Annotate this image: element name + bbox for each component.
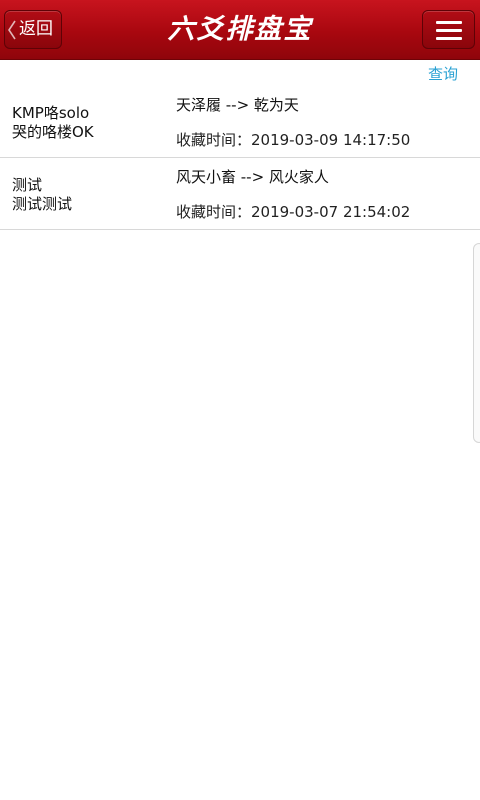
record-hexagram: 天泽履 --> 乾为天 — [176, 96, 299, 114]
back-button-label: 返回 — [19, 19, 53, 39]
record-name: KMP咯solo 哭的咯楼OK — [12, 104, 162, 142]
record-saved-time: 收藏时间：2019-03-07 21:54:02 — [176, 203, 411, 221]
record-name-line1: KMP咯solo — [12, 104, 90, 122]
app-title-logo: 六爻排盘宝 — [167, 14, 313, 45]
record-hexagram: 风天小畜 --> 风火家人 — [176, 168, 329, 186]
record-saved-time: 收藏时间：2019-03-09 14:17:50 — [176, 131, 411, 149]
favorites-list: KMP咯solo 哭的咯楼OK 天泽履 --> 乾为天 收藏时间：2019-03… — [0, 86, 480, 230]
top-bar: 返回 六爻排盘宝 — [0, 0, 480, 60]
query-link[interactable]: 查询 — [428, 65, 458, 83]
back-button[interactable]: 返回 — [4, 10, 62, 49]
side-drawer-handle[interactable] — [473, 243, 480, 443]
list-item[interactable]: KMP咯solo 哭的咯楼OK 天泽履 --> 乾为天 收藏时间：2019-03… — [0, 86, 480, 158]
record-name-line2: 测试测试 — [12, 195, 73, 213]
menu-button[interactable] — [422, 10, 475, 49]
record-name: 测试 测试测试 — [12, 176, 162, 214]
record-name-line1: 测试 — [12, 176, 43, 194]
chevron-left-icon — [8, 20, 16, 40]
list-item[interactable]: 测试 测试测试 风天小畜 --> 风火家人 收藏时间：2019-03-07 21… — [0, 158, 480, 230]
record-name-line2: 哭的咯楼OK — [12, 123, 94, 141]
